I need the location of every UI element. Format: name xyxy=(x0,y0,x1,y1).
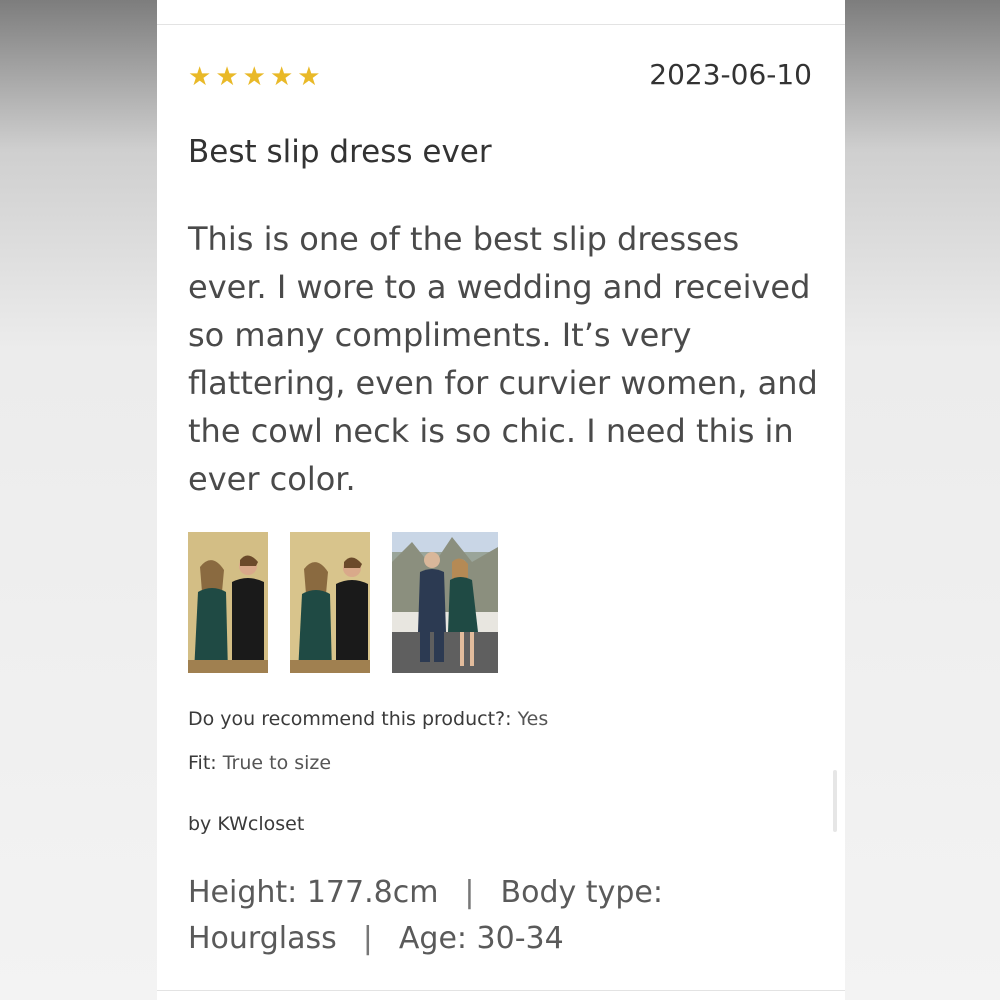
review-card: ★ ★ ★ ★ ★ 2023-06-10 Best slip dress eve… xyxy=(157,0,845,1000)
separator: | xyxy=(362,921,373,956)
scrollbar[interactable] xyxy=(833,770,837,832)
review-text: This is one of the best slip dresses eve… xyxy=(188,220,818,498)
star-icon: ★ xyxy=(269,62,294,92)
star-icon: ★ xyxy=(297,62,321,92)
background-left xyxy=(0,0,157,1000)
recommend-line: Do you recommend this product?: Yes xyxy=(188,708,548,730)
top-divider xyxy=(157,24,845,25)
fit-value: True to size xyxy=(222,752,332,774)
star-rating: ★ ★ ★ ★ ★ xyxy=(188,62,321,92)
reviewer-height: Height: 177.8cm xyxy=(188,875,439,910)
star-icon: ★ xyxy=(242,62,266,92)
separator: | xyxy=(464,875,475,910)
review-photo-1[interactable] xyxy=(188,532,268,673)
fit-line: Fit: True to size xyxy=(188,752,331,774)
review-author: by KWcloset xyxy=(188,813,305,835)
reviewer-attributes: Height: 177.8cm | Body type: Hourglass | Age… xyxy=(188,870,748,962)
background-right xyxy=(845,0,1000,1000)
star-icon: ★ xyxy=(188,62,212,92)
review-photo-3[interactable] xyxy=(392,532,498,673)
review-photos xyxy=(188,532,498,673)
review-title: Best slip dress ever xyxy=(188,134,492,170)
reviewer-age: Age: 30-34 xyxy=(398,921,564,956)
recommend-label: Do you recommend this product?: xyxy=(188,708,512,730)
star-icon: ★ xyxy=(215,62,239,92)
review-date: 2023-06-10 xyxy=(649,58,812,91)
bottom-divider xyxy=(157,990,845,991)
fit-label: Fit: xyxy=(188,752,217,774)
review-photo-2[interactable] xyxy=(290,532,370,673)
recommend-value: Yes xyxy=(517,708,549,730)
